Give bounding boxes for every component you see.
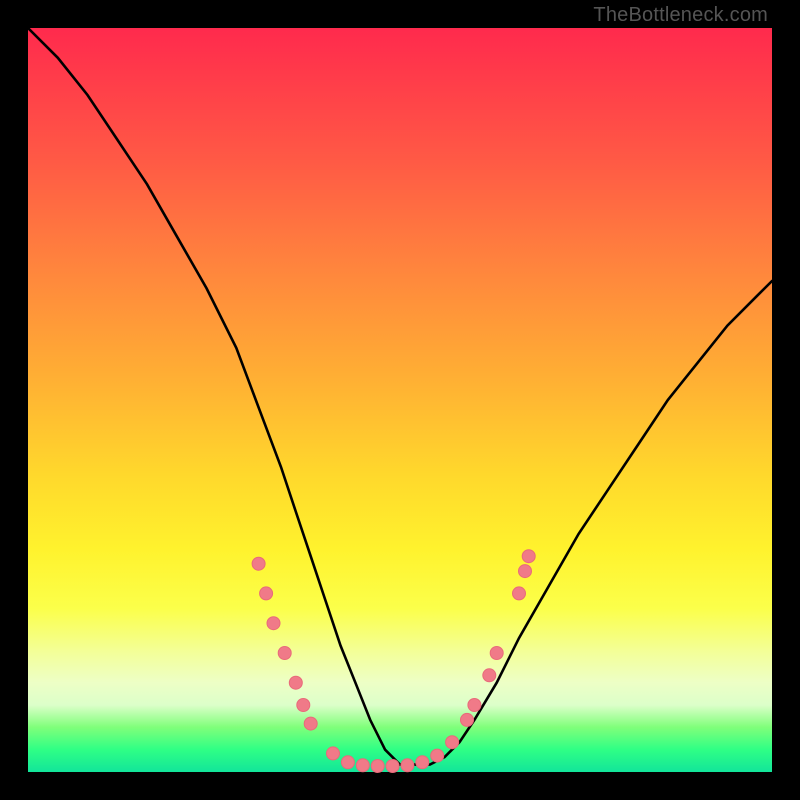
scatter-point bbox=[461, 713, 474, 726]
scatter-point bbox=[401, 759, 414, 772]
scatter-point bbox=[446, 736, 459, 749]
scatter-point bbox=[252, 557, 265, 570]
scatter-point bbox=[386, 760, 399, 773]
scatter-point bbox=[327, 747, 340, 760]
watermark-text: TheBottleneck.com bbox=[593, 4, 768, 27]
scatter-point bbox=[416, 756, 429, 769]
scatter-point bbox=[490, 647, 503, 660]
scatter-point bbox=[371, 760, 384, 773]
plot-area bbox=[28, 28, 772, 772]
scatter-point bbox=[483, 669, 496, 682]
scatter-point bbox=[341, 756, 354, 769]
scatter-point bbox=[522, 550, 535, 563]
scatter-point bbox=[468, 699, 481, 712]
scatter-point bbox=[513, 587, 526, 600]
scatter-point bbox=[267, 617, 280, 630]
scatter-point bbox=[289, 676, 302, 689]
scatter-point bbox=[260, 587, 273, 600]
scatter-point bbox=[356, 759, 369, 772]
chart-svg bbox=[28, 28, 772, 772]
bottleneck-curve bbox=[28, 28, 772, 765]
scatter-point bbox=[297, 699, 310, 712]
scatter-group bbox=[252, 550, 535, 773]
chart-frame: TheBottleneck.com bbox=[0, 0, 800, 800]
scatter-point bbox=[431, 749, 444, 762]
scatter-point bbox=[519, 565, 532, 578]
scatter-point bbox=[278, 647, 291, 660]
scatter-point bbox=[304, 717, 317, 730]
